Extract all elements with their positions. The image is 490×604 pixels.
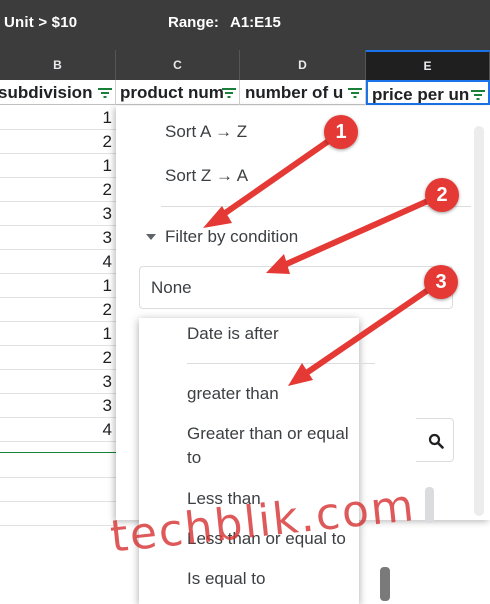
filter-icon[interactable] xyxy=(470,89,486,101)
cell-value: 4 xyxy=(102,420,112,439)
empty-row[interactable] xyxy=(0,478,116,502)
cell-value: 1 xyxy=(102,156,112,175)
condition-option[interactable]: Greater than or equal to xyxy=(187,422,367,470)
empty-row[interactable] xyxy=(0,454,116,478)
cell-value: 3 xyxy=(102,204,112,223)
cell-value: 1 xyxy=(102,276,112,295)
header-cell-subdivision[interactable]: subdivision xyxy=(0,80,116,105)
header-text: product num xyxy=(120,83,224,102)
range-value[interactable]: A1:E15 xyxy=(230,14,281,31)
table-row[interactable]: 1 xyxy=(0,322,116,346)
search-field[interactable] xyxy=(416,418,454,462)
cell-value: 3 xyxy=(102,372,112,391)
table-row[interactable]: 4 xyxy=(0,250,116,274)
filter-icon[interactable] xyxy=(97,87,113,99)
cell-value: 2 xyxy=(102,348,112,367)
dropdown-scrollbar[interactable] xyxy=(425,487,434,523)
callout-badge-2: 2 xyxy=(425,178,459,212)
condition-dropdown: Date is after greater than Greater than … xyxy=(139,318,375,604)
cell-value: 2 xyxy=(102,132,112,151)
filter-by-condition-toggle[interactable]: Filter by condition xyxy=(165,227,298,247)
column-d-header[interactable]: D xyxy=(240,50,366,80)
callout-badge-3: 3 xyxy=(424,265,458,299)
table-row[interactable]: 3 xyxy=(0,394,116,418)
condition-option[interactable]: Is equal to xyxy=(187,567,265,591)
cell-value: 4 xyxy=(102,252,112,271)
data-header-row: subdivision product num number of u pric… xyxy=(0,80,490,105)
header-cell-number-of-units[interactable]: number of u xyxy=(240,80,366,105)
collapse-caret-icon[interactable] xyxy=(146,234,156,240)
table-row[interactable]: 3 xyxy=(0,370,116,394)
header-text: price per un xyxy=(372,85,470,104)
header-cell-product-number[interactable]: product num xyxy=(116,80,240,105)
callout-badge-1: 1 xyxy=(324,115,358,149)
dropdown-scroll-thumb[interactable] xyxy=(380,567,390,601)
table-row[interactable]: 2 xyxy=(0,178,116,202)
header-cell-price-per-unit[interactable]: price per un xyxy=(366,80,490,105)
menu-divider xyxy=(161,206,471,207)
table-row[interactable]: 4 xyxy=(0,418,116,442)
cell-value: 2 xyxy=(102,180,112,199)
empty-row[interactable] xyxy=(0,502,116,526)
sort-z-a-option[interactable]: Sort Z → A xyxy=(165,166,248,186)
table-row[interactable]: 3 xyxy=(0,202,116,226)
filtered-range-border xyxy=(0,452,116,453)
table-row[interactable]: 2 xyxy=(0,298,116,322)
column-e-header[interactable]: E xyxy=(366,50,490,80)
table-row[interactable]: 3 xyxy=(0,226,116,250)
dropdown-divider xyxy=(187,363,375,364)
filter-icon[interactable] xyxy=(221,87,237,99)
header-text: subdivision xyxy=(0,83,93,102)
range-label: Range: xyxy=(168,14,219,31)
cell-value: 3 xyxy=(102,396,112,415)
cell-value: 1 xyxy=(102,324,112,343)
table-row[interactable]: 2 xyxy=(0,346,116,370)
panel-scrollbar[interactable] xyxy=(474,126,484,516)
name-box[interactable]: Unit > $10 xyxy=(4,14,77,31)
column-c-header[interactable]: C xyxy=(116,50,240,80)
column-b-header[interactable]: B xyxy=(0,50,116,80)
table-row[interactable]: 2 xyxy=(0,130,116,154)
column-header-row: B C D E xyxy=(0,50,490,80)
table-row[interactable]: 1 xyxy=(0,274,116,298)
table-row[interactable]: 1 xyxy=(0,154,116,178)
condition-select[interactable]: None xyxy=(139,266,453,309)
condition-option-greater-than[interactable]: greater than xyxy=(187,382,279,406)
cell-value: 2 xyxy=(102,300,112,319)
toolbar: Unit > $10 Range: A1:E15 xyxy=(0,0,490,50)
header-text: number of u xyxy=(245,83,344,102)
condition-option[interactable]: Date is after xyxy=(187,322,279,346)
table-row[interactable]: 1 xyxy=(0,106,116,130)
filter-icon[interactable] xyxy=(347,87,363,99)
search-icon xyxy=(428,433,444,449)
sort-a-z-option[interactable]: Sort A → Z xyxy=(165,122,247,142)
cell-value: 1 xyxy=(102,108,112,127)
cell-value: 3 xyxy=(102,228,112,247)
